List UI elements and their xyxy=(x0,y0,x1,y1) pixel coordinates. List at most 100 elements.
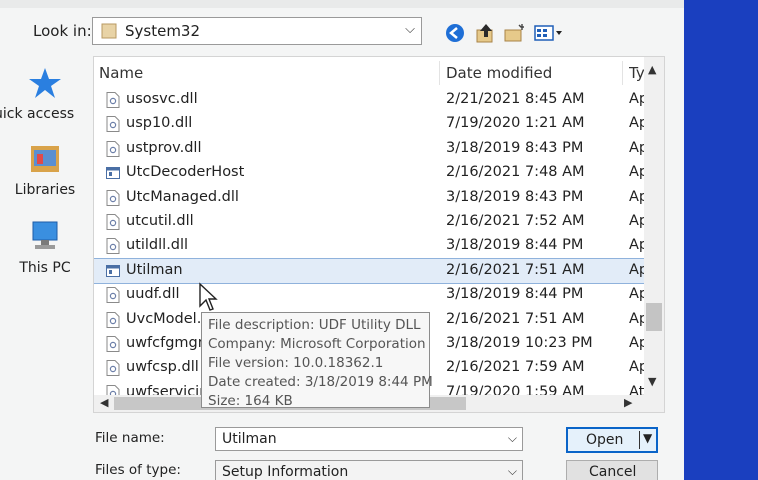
file-name: utcutil.dll xyxy=(126,212,194,229)
file-row[interactable]: Utilman 2/16/2021 7:51 AM Ap xyxy=(94,257,645,285)
place-libraries[interactable]: Libraries xyxy=(0,142,90,198)
dll-icon xyxy=(106,238,120,255)
dll-icon xyxy=(106,213,120,230)
file-type-select[interactable]: Setup Information ⌵ xyxy=(215,460,523,480)
file-type-value: Setup Information xyxy=(222,464,349,480)
file-type: Ap xyxy=(629,212,644,229)
file-date: 2/16/2021 7:51 AM xyxy=(446,261,585,278)
tooltip-line: File version: 10.0.18362.1 xyxy=(208,355,384,371)
file-name-combo[interactable]: ⌵ xyxy=(215,427,523,451)
file-row[interactable]: utcutil.dll 2/16/2021 7:52 AM Ap xyxy=(94,210,644,234)
tooltip-line: Company: Microsoft Corporation xyxy=(208,336,426,352)
file-date: 2/16/2021 7:52 AM xyxy=(446,212,585,229)
file-row[interactable]: utildll.dll 3/18/2019 8:44 PM Ap xyxy=(94,234,644,258)
open-button[interactable]: Open ▼ xyxy=(566,427,658,453)
cancel-button[interactable]: Cancel xyxy=(566,460,658,480)
file-date: 3/18/2019 8:44 PM xyxy=(446,237,584,254)
view-menu-icon[interactable] xyxy=(533,22,565,44)
file-name: ustprov.dll xyxy=(126,139,202,156)
up-folder-icon[interactable] xyxy=(474,22,498,44)
column-name[interactable]: Name xyxy=(99,64,143,82)
file-name: usosvc.dll xyxy=(126,91,198,107)
new-folder-icon[interactable] xyxy=(503,22,527,44)
star-icon xyxy=(29,68,61,98)
look-in-dropdown[interactable]: System32 ⌵ xyxy=(92,17,422,45)
column-divider[interactable] xyxy=(439,61,440,85)
file-type: Ap xyxy=(629,359,644,376)
file-type: Ap xyxy=(629,310,644,327)
file-name: utildll.dll xyxy=(126,237,189,254)
chevron-down-icon[interactable]: ⌵ xyxy=(508,431,517,446)
scroll-up-icon[interactable]: ▲ xyxy=(648,63,656,76)
computer-icon xyxy=(32,221,58,249)
dll-icon xyxy=(106,287,120,304)
list-header: ^ Name Date modified Ty xyxy=(94,57,664,87)
file-row[interactable]: usp10.dll 7/19/2020 1:21 AM Ap xyxy=(94,112,644,136)
tooltip-line: Date created: 3/18/2019 8:44 PM xyxy=(208,374,433,390)
file-type: Ap xyxy=(629,115,644,132)
file-type: Ap xyxy=(629,139,644,156)
file-date: 2/16/2021 7:48 AM xyxy=(446,164,585,181)
dll-icon xyxy=(106,311,120,328)
file-date: 3/18/2019 8:43 PM xyxy=(446,188,584,205)
column-date-modified[interactable]: Date modified xyxy=(446,64,552,82)
file-row[interactable]: UtcDecoderHost 2/16/2021 7:48 AM Ap xyxy=(94,161,644,185)
chevron-down-icon: ⌵ xyxy=(405,22,415,37)
look-in-value: System32 xyxy=(125,22,201,40)
libraries-icon xyxy=(31,146,59,172)
file-date: 7/19/2020 1:21 AM xyxy=(446,115,585,132)
file-row[interactable]: ustprov.dll 3/18/2019 8:43 PM Ap xyxy=(94,137,644,161)
scroll-down-icon[interactable]: ▼ xyxy=(648,375,656,388)
look-in-label: Look in: xyxy=(33,22,92,40)
file-type: Ap xyxy=(629,261,644,278)
open-file-dialog: Look in: System32 ⌵ uick access Librarie… xyxy=(0,0,684,480)
file-name: Utilman xyxy=(126,261,183,278)
vertical-scrollbar[interactable]: ▲ ▼ xyxy=(644,57,664,397)
scroll-thumb[interactable] xyxy=(646,303,662,331)
dll-icon xyxy=(106,140,120,157)
places-bar: uick access Libraries This PC xyxy=(0,60,90,360)
split-divider xyxy=(639,431,640,449)
file-row[interactable]: usosvc.dll 2/21/2021 8:45 AM Ap xyxy=(94,88,644,112)
open-dropdown-icon[interactable]: ▼ xyxy=(643,431,652,445)
dll-icon xyxy=(106,335,120,352)
file-name-input[interactable] xyxy=(216,428,507,450)
tooltip-line: File description: UDF Utility DLL xyxy=(208,317,421,333)
place-quick-access[interactable]: uick access xyxy=(0,66,90,122)
exe-icon xyxy=(106,167,120,180)
back-icon[interactable] xyxy=(443,22,467,44)
file-date: 2/16/2021 7:51 AM xyxy=(446,310,585,327)
file-type: Ap xyxy=(629,286,644,303)
file-type-label: Files of type: xyxy=(95,462,181,478)
place-label: This PC xyxy=(19,260,71,276)
file-type: Ap xyxy=(629,237,644,254)
scroll-right-icon[interactable]: ▶ xyxy=(624,396,632,409)
sort-caret-icon: ^ xyxy=(260,56,271,65)
mouse-cursor-icon xyxy=(199,282,218,311)
file-name: UtcManaged.dll xyxy=(126,188,239,205)
open-button-label: Open xyxy=(586,432,624,448)
dll-icon xyxy=(106,116,120,133)
place-this-pc[interactable]: This PC xyxy=(0,218,90,276)
file-name: uudf.dll xyxy=(126,286,180,303)
exe-icon xyxy=(106,264,120,277)
dll-icon xyxy=(106,92,120,108)
file-name-label: File name: xyxy=(95,430,165,446)
scroll-left-icon[interactable]: ◀ xyxy=(100,396,108,409)
file-name: usp10.dll xyxy=(126,115,193,132)
file-info-tooltip: File description: UDF Utility DLL Company… xyxy=(201,312,433,409)
place-label: Libraries xyxy=(14,182,76,198)
file-date: 3/18/2019 8:44 PM xyxy=(446,286,584,303)
file-row[interactable]: uudf.dll 3/18/2019 8:44 PM Ap xyxy=(94,283,644,307)
file-date: 3/18/2019 8:43 PM xyxy=(446,139,584,156)
folder-icon xyxy=(101,23,117,39)
file-type: Ap xyxy=(629,334,644,351)
file-date: 2/21/2021 8:45 AM xyxy=(446,91,585,107)
file-date: 2/16/2021 7:59 AM xyxy=(446,359,585,376)
file-row[interactable]: UtcManaged.dll 3/18/2019 8:43 PM Ap xyxy=(94,186,644,210)
cancel-button-label: Cancel xyxy=(589,464,637,480)
title-bar-edge xyxy=(0,0,684,8)
column-divider[interactable] xyxy=(622,61,623,85)
place-label: uick access xyxy=(0,106,75,122)
file-date: 3/18/2019 10:23 PM xyxy=(446,334,593,351)
